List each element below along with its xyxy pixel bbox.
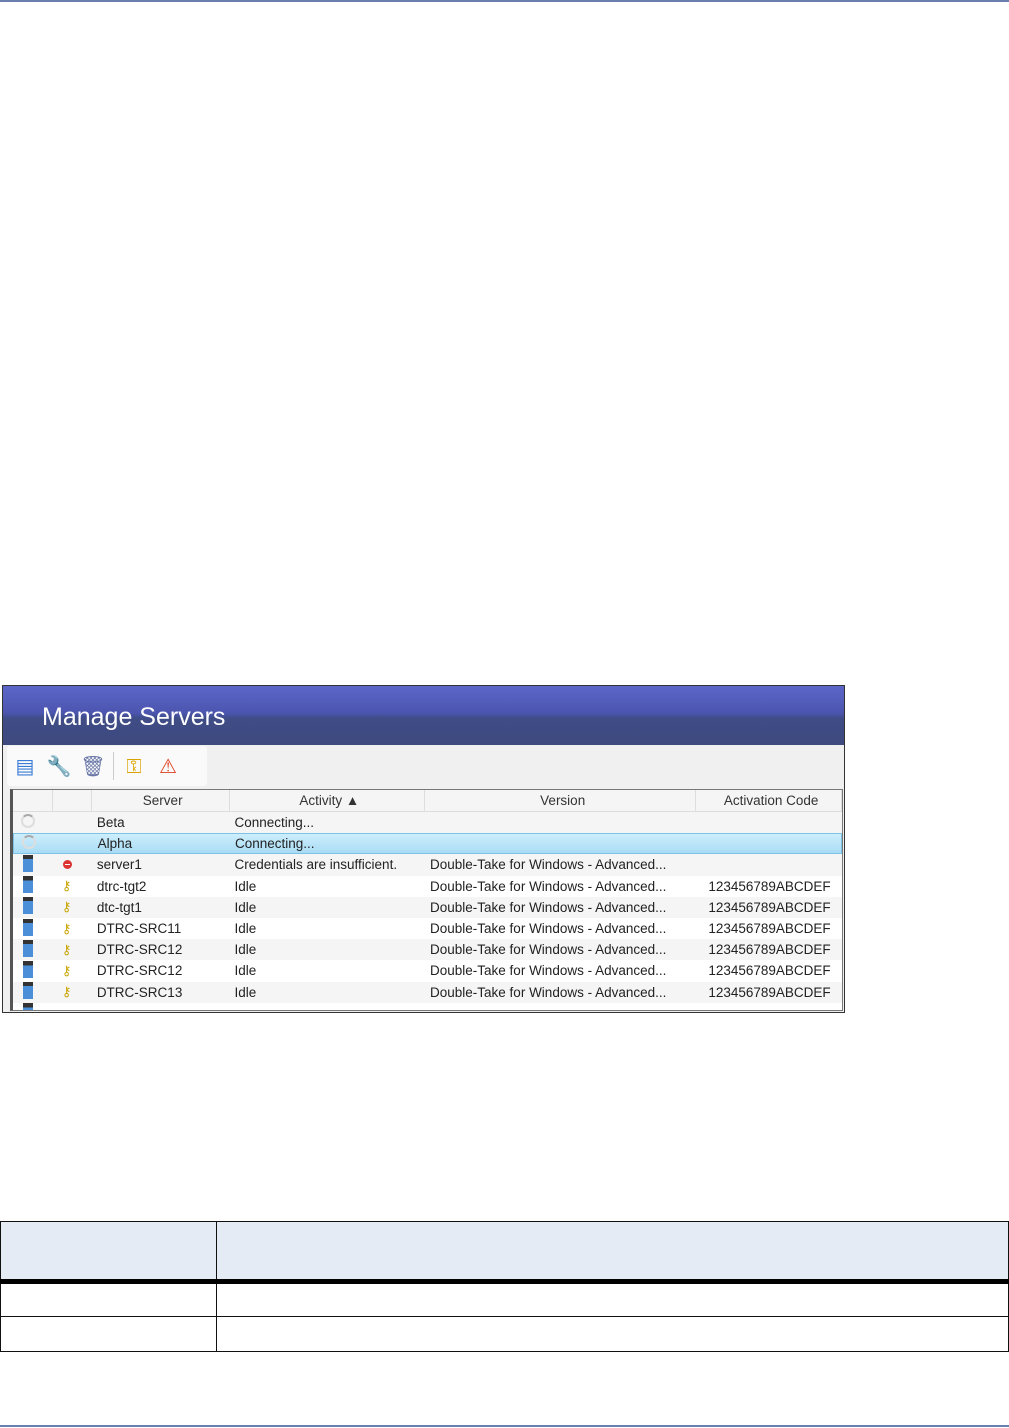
toolbar-separator — [113, 752, 114, 780]
document-table — [0, 1221, 1009, 1352]
server-icon — [23, 960, 33, 978]
window-title: Manage Servers — [42, 703, 226, 731]
server-name: DTRC-SRC11 — [96, 921, 182, 937]
events-icon: ⚠ — [159, 754, 177, 778]
server-icon — [23, 982, 33, 1000]
view-server-events-button[interactable]: ⚠ — [154, 752, 182, 780]
server-activity: Idle — [234, 963, 257, 979]
key-icon: ⚷ — [61, 941, 72, 957]
server-activity: Idle — [234, 878, 257, 894]
server-row[interactable]: ⚷ dtc-tgt1 Idle Double-Take for Windows … — [13, 896, 842, 918]
server-icon — [23, 876, 33, 894]
server-activity: Idle — [234, 921, 257, 937]
server-row[interactable]: ⚷ DTRC-SRC12 Idle Double-Take for Window… — [13, 960, 842, 981]
server-activity: Credentials are insufficient. — [234, 857, 398, 873]
server-name: DTRC-SRC12 — [96, 942, 183, 958]
server-name: server1 — [96, 857, 142, 873]
column-header-license[interactable] — [53, 790, 92, 811]
provide-credentials-button[interactable]: 🔧 — [45, 752, 73, 780]
server-icon — [23, 918, 33, 936]
server-row[interactable]: ⚷ dtrc-tgt2 Idle Double-Take for Windows… — [13, 876, 842, 897]
manage-licenses-button[interactable]: ⚿ — [120, 752, 148, 780]
server-name: dtc-tgt1 — [96, 899, 142, 915]
table-row — [0, 1316, 1009, 1352]
keys-icon: ⚿ — [126, 754, 142, 778]
connecting-spinner-icon — [21, 814, 35, 829]
server-name: dtrc-tgt2 — [96, 878, 147, 894]
server-version: Double-Take for Windows - Advanced... — [430, 857, 667, 873]
error-icon — [62, 860, 72, 870]
server-activation-code: 123456789ABCDEF — [708, 899, 831, 915]
server-row[interactable]: server1 Credentials are insufficient. Do… — [13, 854, 842, 876]
table-header-cell — [216, 1221, 1009, 1284]
column-header-status[interactable] — [13, 790, 53, 811]
title-bar: Manage Servers — [3, 686, 844, 745]
top-rule — [0, 0, 1009, 2]
server-activity: Idle — [234, 984, 257, 1000]
server-name: Beta — [96, 815, 125, 831]
bottom-rule — [0, 1425, 1009, 1427]
trash-icon: 🗑 — [80, 754, 106, 778]
server-activation-code: 123456789ABCDEF — [708, 878, 831, 894]
server-version: Double-Take for Windows - Advanced... — [430, 921, 667, 937]
toolbar: ▤ 🔧 🗑 ⚿ ⚠ — [3, 745, 844, 787]
server-icon — [23, 939, 33, 957]
table-header-row — [0, 1221, 1009, 1284]
wrench-icon: 🔧 — [46, 754, 72, 778]
add-server-button[interactable]: ▤ — [11, 752, 39, 780]
server-icon — [23, 897, 33, 915]
server-version: Double-Take for Windows - Advanced... — [430, 878, 667, 894]
server-name: Alpha — [97, 836, 133, 852]
grid-header: Server Activity ▲ Version Activation Cod… — [13, 790, 842, 812]
server-icon — [23, 854, 33, 872]
servers-grid: Server Activity ▲ Version Activation Cod… — [10, 789, 843, 1011]
server-version: Double-Take for Windows - Advanced... — [430, 963, 667, 979]
server-row[interactable]: ⚷ DTRC-SRC11 Idle Double-Take for Window… — [13, 918, 842, 939]
table-cell — [0, 1281, 217, 1317]
server-name: DTRC-SRC12 — [96, 963, 183, 979]
server-activity: Idle — [234, 942, 257, 958]
column-header-server[interactable]: Server — [92, 790, 230, 811]
server-version: Double-Take for Windows - Advanced... — [430, 984, 667, 1000]
server-row[interactable]: ⚷ DTRC-SRC13 Idle Double-Take for Window… — [13, 981, 842, 1003]
key-icon: ⚷ — [61, 899, 72, 915]
server-add-icon: ▤ — [15, 754, 35, 778]
table-row — [0, 1281, 1009, 1317]
server-activation-code: 123456789ABCDEF — [708, 963, 831, 979]
server-activity: Connecting... — [234, 836, 315, 852]
table-cell — [216, 1281, 1009, 1317]
column-header-activation-code[interactable]: Activation Code — [696, 790, 842, 811]
key-icon: ⚷ — [61, 920, 72, 936]
server-name: DTRC-SRC13 — [96, 984, 183, 1000]
server-activation-code: 123456789ABCDEF — [708, 984, 831, 1000]
server-icon — [23, 1003, 33, 1010]
key-icon: ⚷ — [61, 878, 72, 894]
table-cell — [216, 1316, 1009, 1352]
table-cell — [0, 1316, 217, 1352]
server-row[interactable]: Alpha Connecting... — [13, 833, 842, 855]
connecting-spinner-icon — [22, 835, 36, 850]
server-activation-code: 123456789ABCDEF — [708, 921, 831, 937]
column-header-activity[interactable]: Activity ▲ — [230, 790, 426, 811]
server-row-partial[interactable] — [13, 1003, 842, 1010]
key-icon: ⚷ — [61, 984, 72, 1000]
key-icon: ⚷ — [61, 962, 72, 978]
server-activity: Connecting... — [234, 815, 315, 831]
column-header-version[interactable]: Version — [425, 790, 697, 811]
server-version: Double-Take for Windows - Advanced... — [430, 899, 667, 915]
server-activation-code: 123456789ABCDEF — [708, 942, 831, 958]
server-row[interactable]: ⚷ DTRC-SRC12 Idle Double-Take for Window… — [13, 939, 842, 961]
server-row[interactable]: Beta Connecting... — [13, 812, 842, 834]
remove-server-button[interactable]: 🗑 — [79, 752, 107, 780]
server-version: Double-Take for Windows - Advanced... — [430, 942, 667, 958]
table-header-cell — [0, 1221, 217, 1284]
server-activity: Idle — [234, 899, 257, 915]
manage-servers-window: Manage Servers ▤ 🔧 🗑 ⚿ ⚠ Server Activity… — [2, 685, 845, 1013]
